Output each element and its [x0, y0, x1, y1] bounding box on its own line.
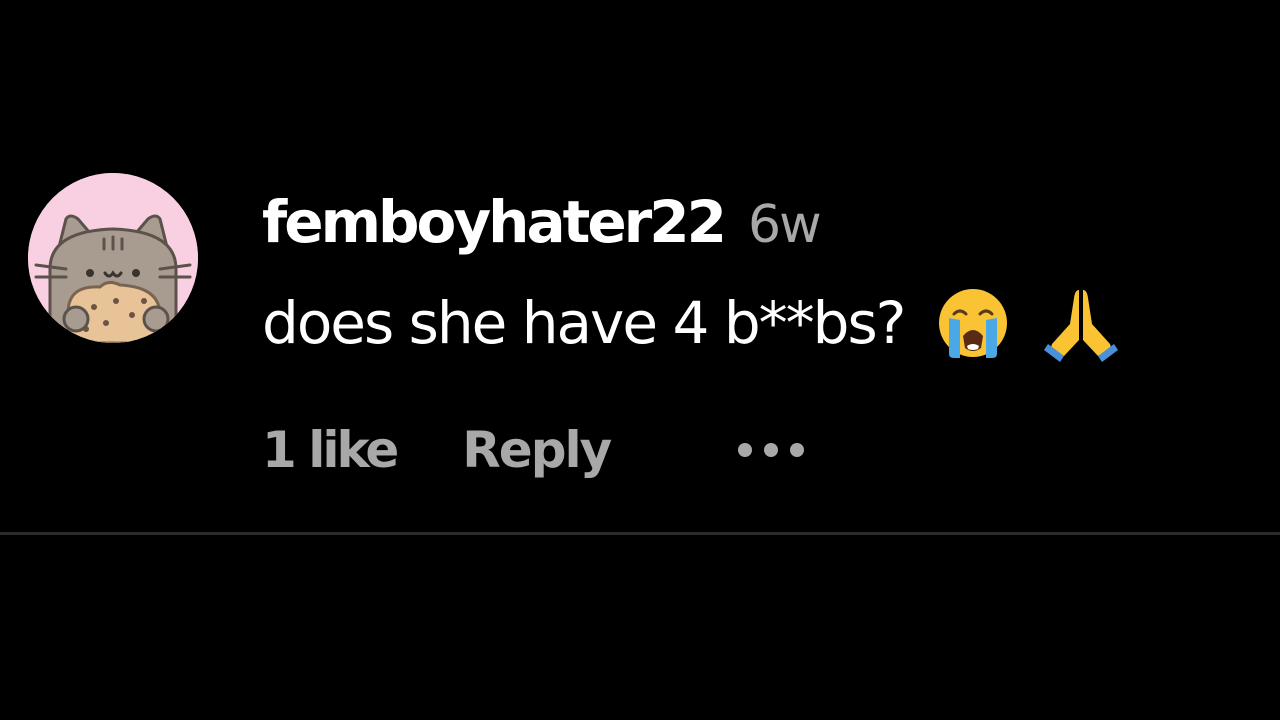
comment-text: does she have 4 b**bs?	[262, 289, 906, 357]
username-link[interactable]: femboyhater22	[262, 188, 727, 256]
comment-item: femboyhater22 6w does she have 4 b**bs?	[0, 0, 1280, 720]
comment-body: does she have 4 b**bs?	[262, 284, 1120, 362]
more-options-icon[interactable]	[738, 420, 805, 480]
more-dot	[790, 443, 805, 457]
divider	[0, 532, 1280, 535]
comment-actions: 1 like Reply	[262, 420, 805, 480]
comment-timestamp: 6w	[748, 195, 822, 255]
more-dot	[738, 443, 753, 457]
cat-avatar-icon	[28, 173, 198, 343]
reply-button[interactable]: Reply	[462, 421, 612, 479]
loudly-crying-face-icon	[934, 284, 1012, 362]
comment-header: femboyhater22 6w	[262, 188, 822, 258]
avatar[interactable]	[28, 173, 198, 343]
more-dot	[764, 443, 779, 457]
likes-count[interactable]: 1 like	[262, 421, 399, 479]
folded-hands-icon	[1042, 284, 1120, 362]
